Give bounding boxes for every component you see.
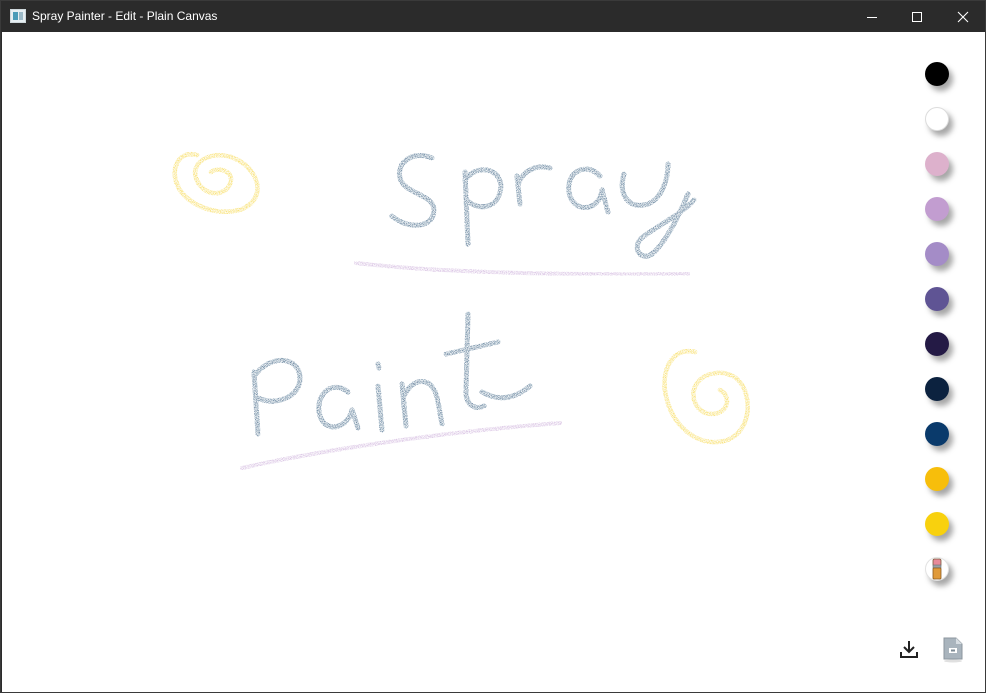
swatch-pink[interactable] <box>925 152 949 176</box>
close-button[interactable] <box>940 1 986 32</box>
swatch-white[interactable] <box>925 107 949 131</box>
window-title: Spray Painter - Edit - Plain Canvas <box>32 9 218 23</box>
swatch-navy[interactable] <box>925 422 949 446</box>
swatch-lilac[interactable] <box>925 197 949 221</box>
swatch-dark-purple[interactable] <box>925 332 949 356</box>
minimize-button[interactable] <box>849 1 895 32</box>
maximize-icon <box>912 11 922 22</box>
underline-spray <box>354 261 690 277</box>
underline-paint <box>240 421 562 470</box>
file-icon <box>943 637 963 663</box>
eraser-button[interactable] <box>925 557 949 581</box>
swatch-dark-navy[interactable] <box>925 377 949 401</box>
download-icon <box>900 641 918 658</box>
canvas-drawing <box>172 151 750 470</box>
app-window: Spray Painter - Edit - Plain Canvas <box>0 0 986 693</box>
paint-word <box>251 311 533 437</box>
swatch-lavender[interactable] <box>925 242 949 266</box>
title-bar: Spray Painter - Edit - Plain Canvas <box>1 1 985 32</box>
swirl-left <box>172 151 260 215</box>
minimize-icon <box>867 16 877 18</box>
swatch-purple[interactable] <box>925 287 949 311</box>
paint-canvas[interactable] <box>2 32 985 692</box>
open-file-button[interactable] <box>939 635 967 663</box>
swirl-right <box>662 348 750 445</box>
swatch-black[interactable] <box>925 62 949 86</box>
spray-word <box>389 153 697 259</box>
maximize-button[interactable] <box>894 1 940 32</box>
close-icon <box>957 11 969 22</box>
app-icon <box>10 9 26 23</box>
save-button[interactable] <box>895 635 923 663</box>
eraser-icon <box>932 558 942 580</box>
swatch-yellow[interactable] <box>925 512 949 536</box>
swatch-amber[interactable] <box>925 467 949 491</box>
